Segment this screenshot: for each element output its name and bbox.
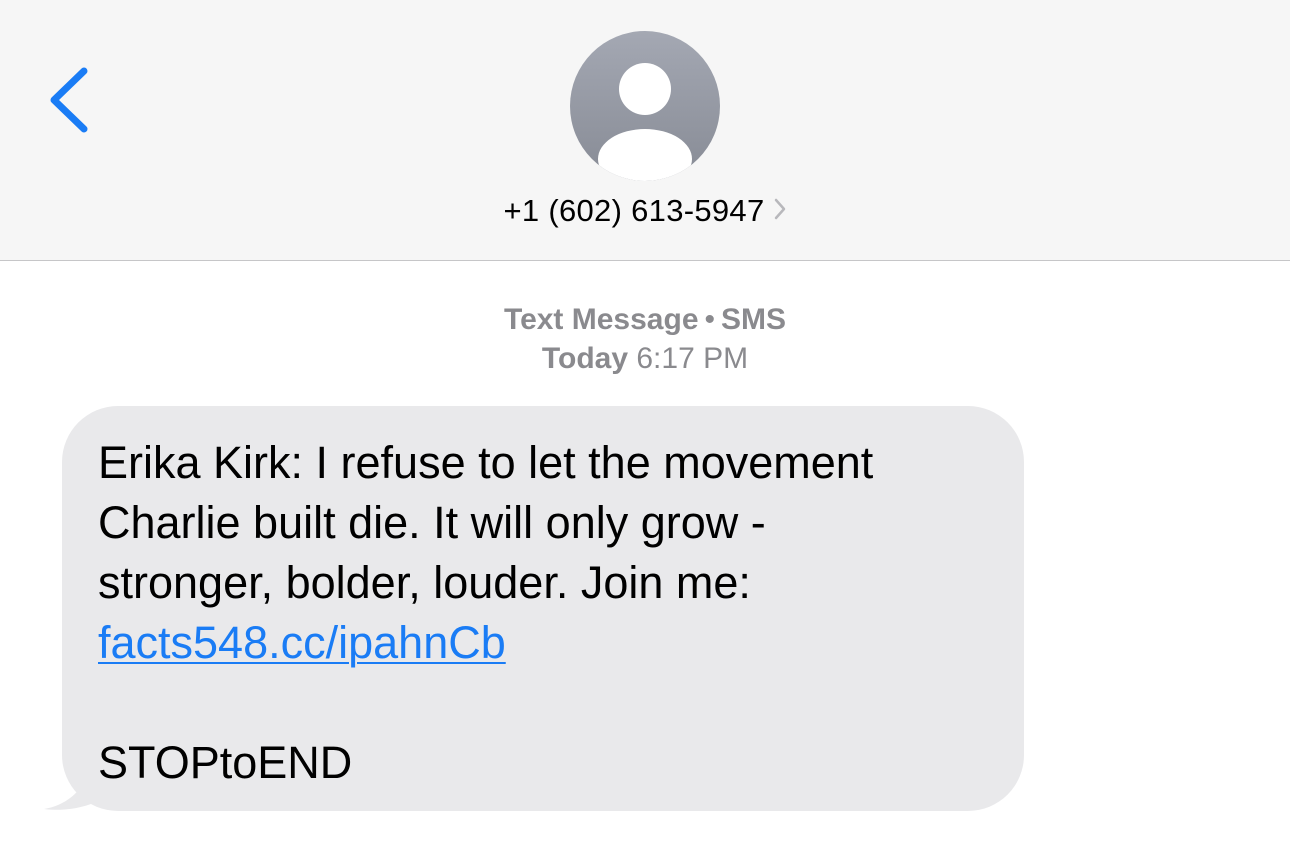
service-line: Text Message • SMS [0, 300, 1290, 339]
contact-details-link[interactable]: +1 (602) 613-5947 [0, 193, 1290, 239]
time-label: 6:17 PM [636, 342, 749, 375]
timestamp-line: Today 6:17 PM [0, 339, 1290, 378]
conversation-header: +1 (602) 613-5947 [0, 0, 1290, 261]
chevron-left-icon [50, 67, 88, 133]
service-type: SMS [721, 303, 787, 336]
chevron-right-icon [774, 198, 785, 220]
service-separator: • [704, 303, 716, 336]
message-line: Charlie built die. It will only grow - [98, 497, 766, 548]
message-link[interactable]: facts548.cc/ipahnCb [98, 617, 506, 668]
message-line: stronger, bolder, louder. Join me: [98, 557, 751, 608]
message-footer: STOPtoEND [98, 737, 353, 788]
message-line: Erika Kirk: I refuse to let the movement [98, 437, 874, 488]
message-body: Erika Kirk: I refuse to let the movement… [98, 433, 998, 673]
messages-screen: +1 (602) 613-5947 Text Message • SMS Today… [0, 0, 1290, 863]
contact-name: +1 (602) 613-5947 [503, 193, 765, 228]
thread-meta: Text Message • SMS Today 6:17 PM [0, 300, 1290, 378]
contact-avatar[interactable] [570, 31, 720, 181]
person-silhouette-icon [598, 63, 692, 181]
incoming-message[interactable]: Erika Kirk: I refuse to let the movement… [44, 406, 1024, 811]
day-label: Today [541, 342, 629, 375]
back-button[interactable] [40, 60, 100, 140]
service-label: Text Message [503, 303, 699, 336]
